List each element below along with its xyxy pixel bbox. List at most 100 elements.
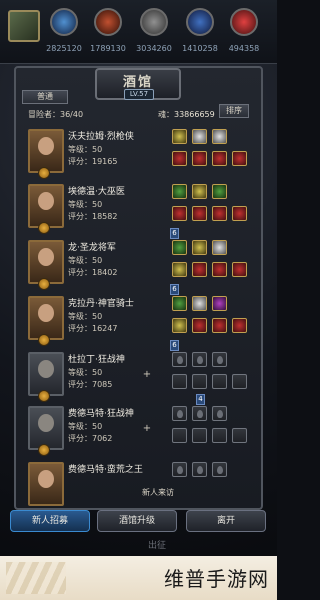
- empty-skill-slot-icon[interactable]: [212, 462, 227, 477]
- hero-level: 等级：50: [68, 145, 103, 154]
- hero-portrait[interactable]: [28, 462, 64, 506]
- blue-gem-icon: [50, 8, 78, 36]
- hero-row[interactable]: 克拉丹·神官骑士 等级：50 评分：16247: [24, 294, 254, 348]
- page-title: 酒馆: [122, 75, 153, 90]
- empty-equip-slot-icon[interactable]: [232, 428, 247, 443]
- soul-label: 魂：: [158, 110, 174, 119]
- equip-slot-icon[interactable]: [232, 206, 247, 221]
- skill-slot-icon[interactable]: [172, 184, 187, 199]
- empty-skill-slot-icon[interactable]: [192, 406, 207, 421]
- empty-skill-slot-icon[interactable]: [192, 462, 207, 477]
- hero-row[interactable]: 龙·圣龙将军 等级：50 评分：18402: [24, 238, 254, 292]
- empty-skill-slot-icon[interactable]: [212, 352, 227, 367]
- equip-slot-icon[interactable]: [172, 206, 187, 221]
- resource-value: 3034260: [136, 44, 172, 53]
- empty-equip-slot-icon[interactable]: [212, 374, 227, 389]
- empty-equip-slot-icon[interactable]: [192, 428, 207, 443]
- hero-face: [38, 414, 54, 432]
- empty-equip-slot-icon[interactable]: [172, 428, 187, 443]
- equip-slot-icon[interactable]: [192, 318, 207, 333]
- equip-slot-icon[interactable]: [232, 318, 247, 333]
- equip-slot-icon[interactable]: [232, 151, 247, 166]
- skill-slot-icon[interactable]: [212, 240, 227, 255]
- hero-face: [38, 304, 54, 322]
- equip-slot-icon[interactable]: [212, 151, 227, 166]
- equip-slot-icon[interactable]: [212, 206, 227, 221]
- empty-skill-slot-icon[interactable]: [172, 462, 187, 477]
- hero-face: [38, 192, 54, 210]
- skill-slot-icon[interactable]: [212, 129, 227, 144]
- empty-skill-slot-icon[interactable]: [192, 352, 207, 367]
- hero-name: 杜拉丁·狂战神: [68, 355, 125, 365]
- equip-slot-icon[interactable]: [212, 262, 227, 277]
- red-flame-icon: [230, 8, 258, 36]
- resource-item[interactable]: 1789130: [88, 8, 128, 53]
- hero-face: [38, 137, 54, 155]
- resource-item[interactable]: 3034260: [134, 8, 174, 53]
- player-avatar[interactable]: [8, 10, 40, 42]
- hero-name: 沃夫拉姆·烈枪侠: [68, 132, 134, 142]
- hero-name: 埃德温·大巫医: [68, 187, 125, 197]
- hero-name: 克拉丹·神官骑士: [68, 299, 134, 309]
- empty-equip-slot-icon[interactable]: [172, 374, 187, 389]
- empty-equip-slot-icon[interactable]: [192, 374, 207, 389]
- plus-icon[interactable]: +: [142, 424, 152, 434]
- equip-slot-icon[interactable]: [192, 206, 207, 221]
- empty-equip-slot-icon[interactable]: [232, 374, 247, 389]
- resource-item[interactable]: 2825120: [44, 8, 84, 53]
- hero-level: 等级：50: [68, 422, 103, 431]
- skill-slot-icon[interactable]: [192, 184, 207, 199]
- resource-bar: 2825120 1789130 3034260 1410258 494358: [0, 0, 277, 64]
- resource-item[interactable]: 1410258: [180, 8, 220, 53]
- hero-score: 评分：19165: [68, 157, 118, 166]
- skill-slot-icon[interactable]: [192, 296, 207, 311]
- skill-slot-icon[interactable]: [212, 296, 227, 311]
- skill-slot-icon[interactable]: [172, 240, 187, 255]
- equip-slot-icon[interactable]: [172, 151, 187, 166]
- hero-row[interactable]: 沃夫拉姆·烈枪侠 等级：50 评分：19165: [24, 127, 254, 181]
- empty-equip-slot-icon[interactable]: [212, 428, 227, 443]
- resource-item[interactable]: 494358: [224, 8, 264, 53]
- skill-slot-icon[interactable]: [172, 296, 187, 311]
- leave-button[interactable]: 离开: [186, 510, 266, 532]
- resource-value: 1410258: [182, 44, 218, 53]
- soul-value: 33866659: [174, 110, 215, 119]
- equip-slot-icon[interactable]: [172, 318, 187, 333]
- hero-row[interactable]: 埃德温·大巫医 等级：50 评分：18582: [24, 182, 254, 236]
- plus-icon[interactable]: +: [142, 370, 152, 380]
- empty-skill-slot-icon[interactable]: [172, 406, 187, 421]
- upgrade-tavern-button[interactable]: 酒馆升级: [97, 510, 177, 532]
- hero-face: [38, 360, 54, 378]
- skill-slot-icon[interactable]: [212, 184, 227, 199]
- hero-name: 费德马特·蛮荒之王: [68, 465, 143, 475]
- hero-row[interactable]: 费德马特·蛮荒之王: [24, 460, 254, 506]
- resource-value: 1789130: [90, 44, 126, 53]
- hero-score: 评分：7062: [68, 434, 113, 443]
- hero-level: 等级：50: [68, 256, 103, 265]
- adventurer-count: 冒险者：36/40: [28, 110, 84, 119]
- tab-normal[interactable]: 普通: [22, 90, 68, 104]
- watermark-text: 维普手游网: [164, 567, 269, 591]
- equip-slot-icon[interactable]: [232, 262, 247, 277]
- hero-score: 评分：16247: [68, 324, 118, 333]
- hero-score: 评分：18402: [68, 268, 118, 277]
- medal-icon: [38, 444, 50, 456]
- equip-slot-icon[interactable]: [172, 262, 187, 277]
- hero-row[interactable]: 费德马特·狂战神 等级：50 评分：7062 +: [24, 404, 254, 458]
- medal-icon: [38, 167, 50, 179]
- sort-button[interactable]: 排序: [219, 104, 249, 118]
- skill-slot-icon[interactable]: [192, 240, 207, 255]
- hero-level: 等级：50: [68, 312, 103, 321]
- skill-slot-icon[interactable]: [172, 129, 187, 144]
- empty-skill-slot-icon[interactable]: [212, 406, 227, 421]
- hero-row[interactable]: 杜拉丁·狂战神 等级：50 评分：7085 +: [24, 350, 254, 404]
- medal-icon: [38, 334, 50, 346]
- medal-icon: [38, 278, 50, 290]
- empty-skill-slot-icon[interactable]: [172, 352, 187, 367]
- equip-slot-icon[interactable]: [212, 318, 227, 333]
- recruit-button[interactable]: 新人招募: [10, 510, 90, 532]
- skill-slot-icon[interactable]: [192, 129, 207, 144]
- watermark-banner: 维普手游网: [0, 556, 277, 600]
- equip-slot-icon[interactable]: [192, 262, 207, 277]
- equip-slot-icon[interactable]: [192, 151, 207, 166]
